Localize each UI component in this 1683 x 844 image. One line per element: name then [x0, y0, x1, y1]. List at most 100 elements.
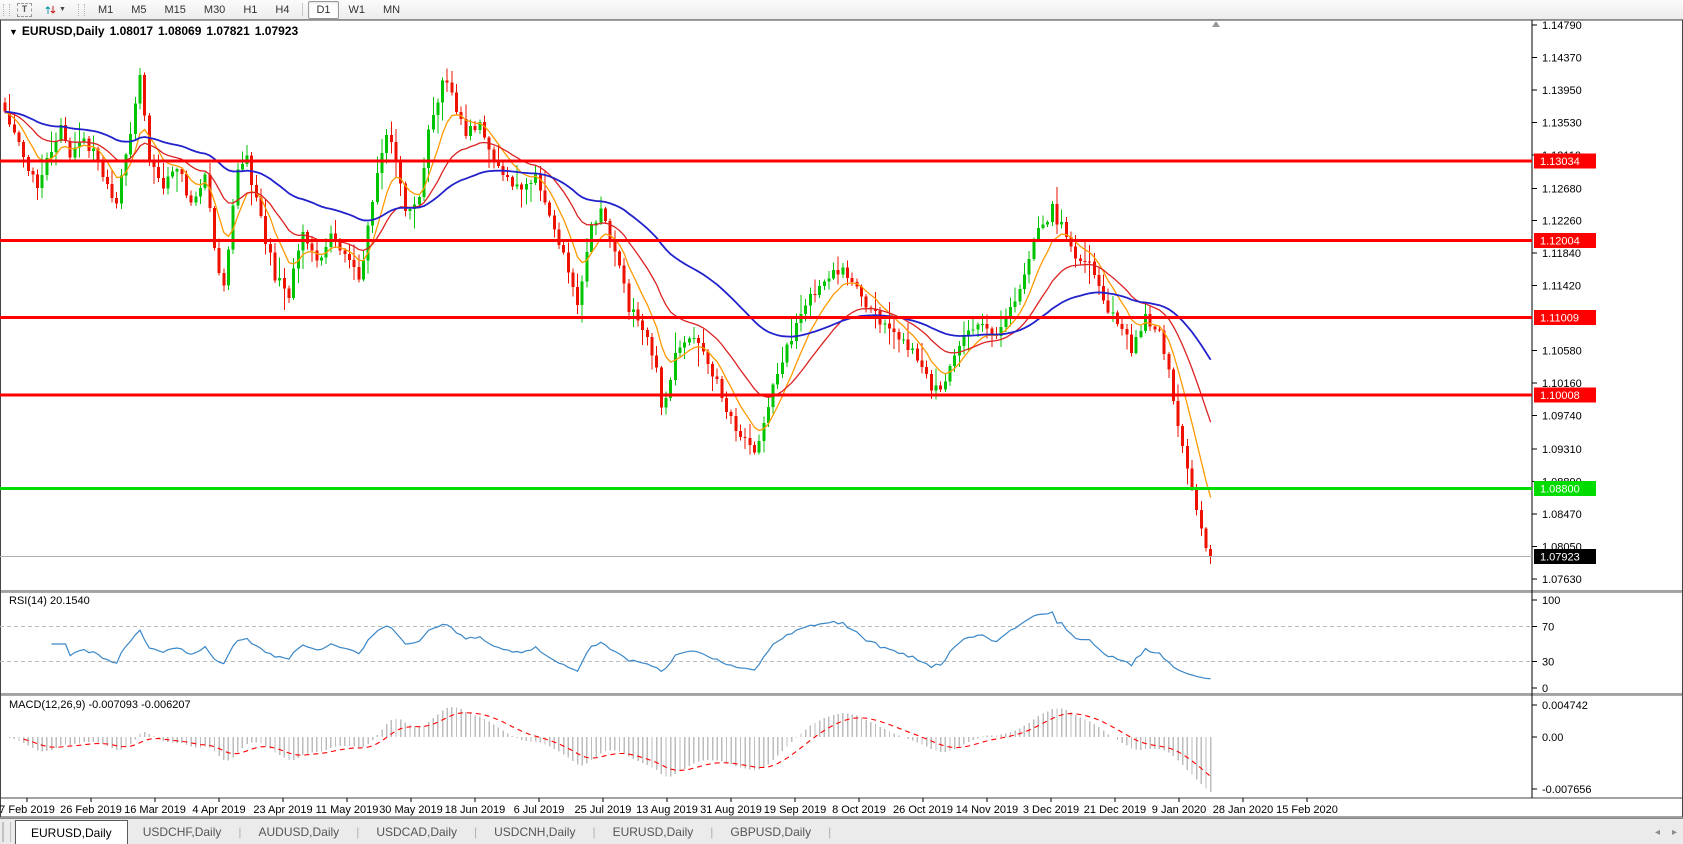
chart-tab-6[interactable]: EURUSD,Daily	[598, 819, 709, 844]
candle-body	[492, 150, 495, 161]
price-axis-label: 1.11840	[1542, 248, 1581, 260]
candle-body	[981, 324, 984, 325]
candle-body	[1042, 224, 1045, 227]
candle-body	[543, 190, 546, 202]
candle-body	[660, 367, 663, 407]
candle-body	[269, 244, 272, 252]
candle-body	[902, 339, 905, 340]
candle-body	[976, 324, 979, 329]
candle-body	[841, 267, 844, 274]
ohlc-open: 1.08017	[110, 24, 153, 38]
candle-body	[311, 243, 314, 250]
candle-body	[157, 167, 160, 178]
candle-body	[865, 296, 868, 307]
candle-body	[883, 324, 886, 325]
candle-body	[385, 135, 388, 153]
candle-body	[1037, 228, 1040, 239]
candle-body	[837, 270, 840, 275]
chart-tab-2[interactable]: USDCHF,Daily	[128, 819, 237, 844]
candle-body	[944, 381, 947, 389]
price-axis-label: 1.14790	[1542, 20, 1582, 32]
candle-body	[646, 330, 649, 337]
macd-axis-label: -0.007656	[1542, 784, 1592, 796]
candle-body	[990, 328, 993, 334]
ohlc-close: 1.07923	[255, 24, 298, 38]
rsi-axis-label: 30	[1542, 657, 1554, 669]
chart-tab-7[interactable]: GBPUSD,Daily	[715, 819, 826, 844]
chart-tab-3[interactable]: AUDUSD,Daily	[244, 819, 355, 844]
candle-body	[1074, 246, 1077, 258]
chart-tab-5[interactable]: USDCNH,Daily	[479, 819, 590, 844]
chart-canvas[interactable]: 1.147901.143701.139501.135301.131101.126…	[0, 0, 1683, 844]
candle-body	[381, 153, 384, 173]
chart-tab-4[interactable]: USDCAD,Daily	[361, 819, 472, 844]
mt4-workspace: T ▼ M1M5M15M30H1H4D1W1MN 1.147901.143701…	[0, 0, 1683, 844]
date-axis-label: 26 Oct 2019	[893, 804, 953, 816]
price-axis-label: 1.14370	[1542, 52, 1582, 64]
candle-body	[450, 82, 453, 92]
price-axis-label: 1.12680	[1542, 183, 1582, 195]
candle-body	[748, 438, 751, 445]
price-axis-label: 1.07630	[1542, 574, 1582, 586]
candle-body	[939, 385, 942, 389]
candle-body	[753, 445, 756, 453]
rsi-indicator-label: RSI(14) 20.1540	[9, 595, 90, 607]
date-axis-label: 7 Feb 2019	[0, 804, 55, 816]
tab-separator: |	[354, 819, 361, 844]
candle-body	[688, 338, 691, 342]
candle-body	[786, 345, 789, 363]
candle-body	[655, 355, 658, 367]
candle-body	[41, 175, 44, 188]
candle-body	[194, 197, 197, 203]
candle-body	[818, 286, 821, 295]
candle-body	[1083, 261, 1086, 262]
candle-body	[353, 260, 356, 267]
candle-body	[455, 92, 458, 111]
candle-body	[1023, 274, 1026, 289]
tab-scroll-right-icon[interactable]: ▸	[1666, 819, 1683, 844]
date-axis-label: 8 Oct 2019	[832, 804, 886, 816]
collapse-triangle-icon[interactable]: ▼	[9, 27, 18, 37]
date-axis-label: 26 Feb 2019	[60, 804, 122, 816]
candle-body	[441, 80, 444, 102]
candle-body	[143, 75, 146, 116]
candle-body	[1177, 401, 1180, 426]
candle-body	[1135, 337, 1138, 353]
candle-body	[958, 346, 961, 356]
candle-body	[758, 441, 761, 452]
candle-body	[525, 184, 528, 189]
candle-body	[241, 164, 244, 170]
candle-body	[623, 265, 626, 283]
candle-body	[1014, 302, 1017, 307]
candle-body	[1130, 335, 1133, 354]
date-axis-label: 23 Apr 2019	[253, 804, 312, 816]
date-axis-label: 28 Jan 2020	[1213, 804, 1274, 816]
candle-body	[953, 356, 956, 366]
candle-body	[362, 261, 365, 280]
candle-body	[4, 102, 7, 111]
candle-body	[972, 330, 975, 331]
candle-body	[339, 241, 342, 250]
candle-body	[87, 138, 90, 150]
candle-body	[725, 398, 728, 412]
candle-body	[921, 361, 924, 368]
candle-body	[795, 323, 798, 341]
candle-body	[567, 252, 570, 272]
candle-body	[851, 278, 854, 282]
chart-tab-1[interactable]: EURUSD,Daily	[15, 820, 128, 844]
candle-body	[166, 176, 169, 188]
price-tag-label: 1.08800	[1540, 483, 1580, 495]
candle-body	[911, 348, 914, 349]
price-axis-label: 1.10580	[1542, 346, 1582, 358]
candle-body	[930, 374, 933, 390]
candle-body	[604, 209, 607, 222]
candle-body	[1032, 239, 1035, 259]
candle-body	[483, 122, 486, 137]
tab-scroll-left-icon[interactable]: ◂	[1649, 819, 1666, 844]
candle-body	[632, 309, 635, 312]
tabbar-grip	[2, 822, 11, 842]
candle-body	[734, 416, 737, 431]
candle-body	[1167, 354, 1170, 370]
chart-title: ▼EURUSD,Daily1.080171.080691.078211.0792…	[9, 24, 303, 38]
candle-body	[395, 142, 398, 161]
